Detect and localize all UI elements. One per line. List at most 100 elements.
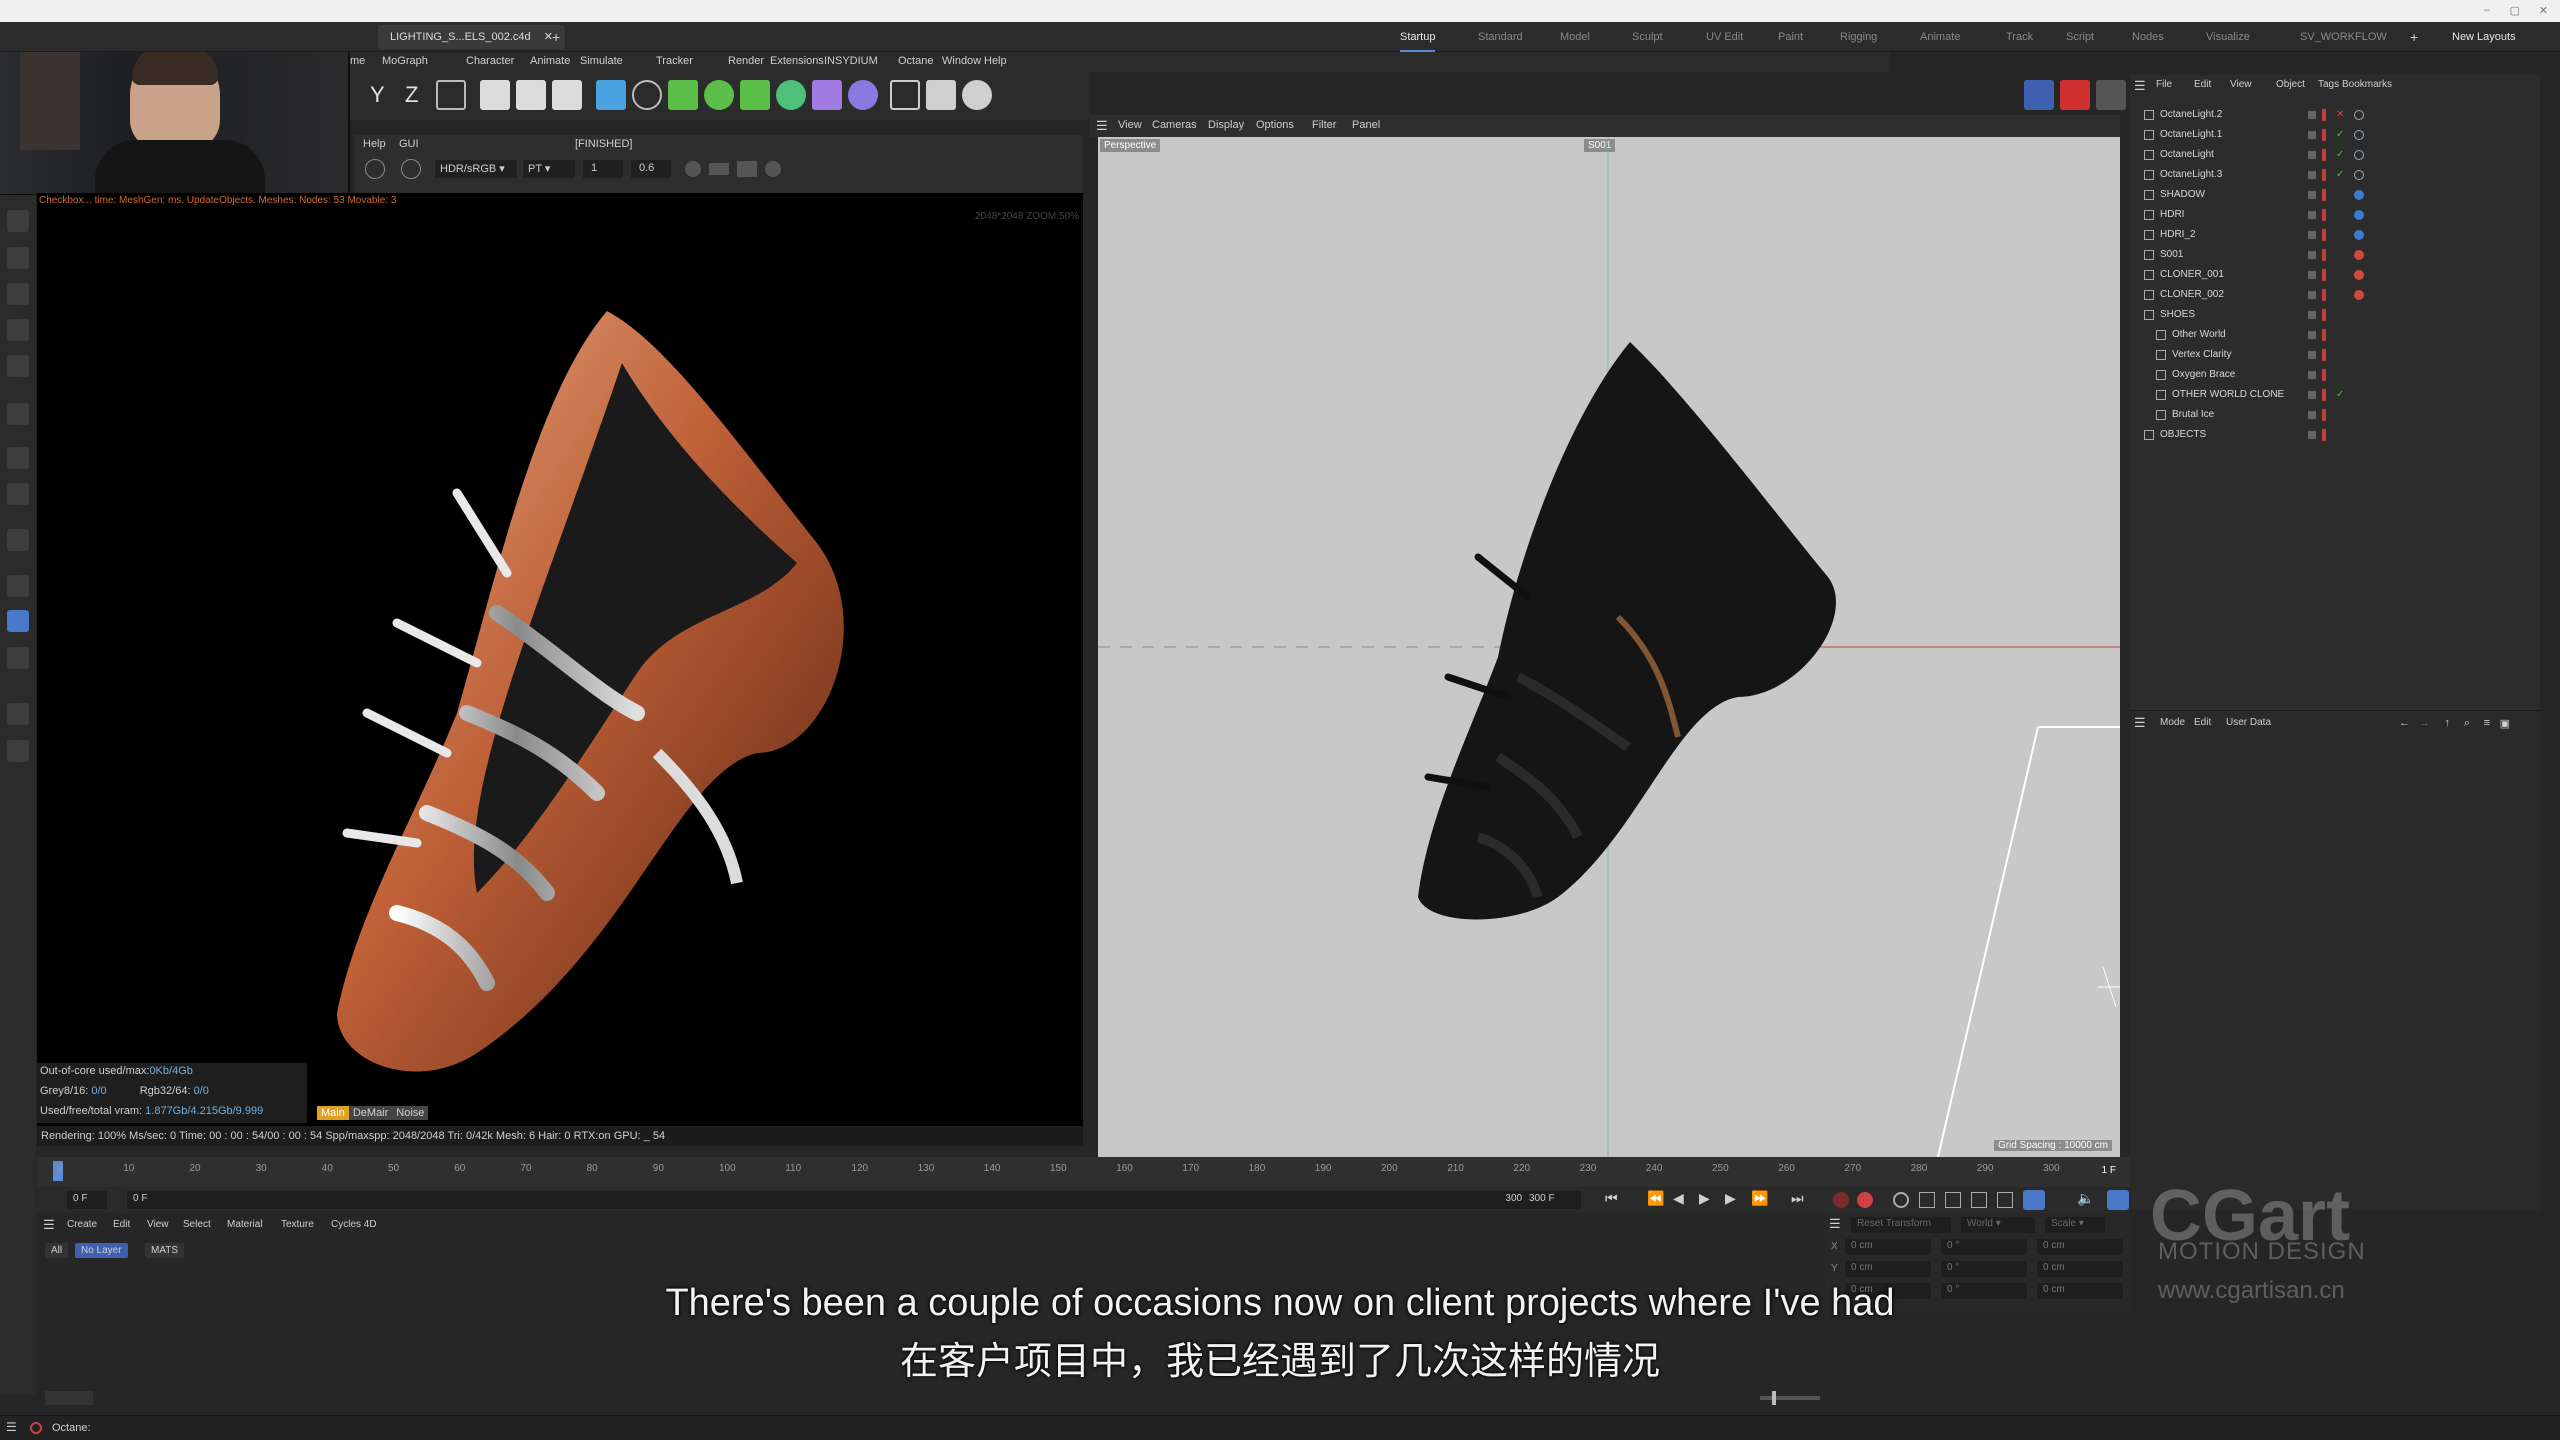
go-to-end-icon[interactable]: ⏭ (1791, 1190, 1804, 1207)
material-tag-icon[interactable] (2354, 290, 2364, 300)
coord-pos-field[interactable]: 0 cm (1845, 1261, 1931, 1277)
tweak-icon[interactable] (7, 447, 29, 469)
visibility-toggle[interactable] (2308, 311, 2316, 319)
menu-insydium[interactable]: INSYDIUM (824, 55, 878, 67)
viewport-menu-cameras[interactable]: Cameras (1152, 119, 1197, 131)
spline-pen-icon[interactable] (632, 80, 662, 110)
light-icon[interactable] (962, 80, 992, 110)
render-visibility-dots[interactable] (2322, 229, 2326, 241)
enabled-check-icon[interactable]: ✓ (2336, 145, 2344, 165)
light-tag-icon[interactable] (2354, 110, 2364, 120)
layout-tab-nodes[interactable]: Nodes (2132, 22, 2164, 52)
render-visibility-dots[interactable] (2322, 369, 2326, 381)
colorspace-select[interactable]: HDR/sRGB ▾ (435, 160, 517, 178)
viewport-menu-panel[interactable]: Panel (1352, 119, 1380, 131)
render-visibility-dots[interactable] (2322, 149, 2326, 161)
layout-tab-model[interactable]: Model (1560, 22, 1590, 52)
object-row[interactable]: OBJECTS (2130, 425, 2540, 445)
render-visibility-dots[interactable] (2322, 309, 2326, 321)
menu-me[interactable]: me (350, 55, 365, 67)
object-row[interactable]: Brutal Ice (2130, 405, 2540, 425)
object-row[interactable]: Vertex Clarity (2130, 345, 2540, 365)
object-row[interactable]: CLONER_001 (2130, 265, 2540, 285)
live-viewer-gui-menu[interactable]: GUI (399, 138, 419, 150)
snap-icon[interactable] (7, 483, 29, 505)
volume-icon[interactable] (740, 80, 770, 110)
octane-icon[interactable] (2024, 80, 2054, 110)
layout-tab-sv-workflow[interactable]: SV_WORKFLOW (2300, 22, 2387, 52)
field-a-input[interactable]: 1 (583, 160, 623, 178)
material-tag-icon[interactable] (2354, 250, 2364, 260)
snapshot-icon[interactable] (737, 161, 757, 177)
coord-size-field[interactable]: 0 cm (2037, 1261, 2123, 1277)
layout-tab-paint[interactable]: Paint (1778, 22, 1803, 52)
object-menu-tags[interactable]: Tags (2318, 79, 2339, 90)
enabled-check-icon[interactable]: ✓ (2336, 165, 2344, 185)
layout-tab-animate[interactable]: Animate (1920, 22, 1960, 52)
render-visibility-dots[interactable] (2322, 249, 2326, 261)
visibility-toggle[interactable] (2308, 391, 2316, 399)
object-menu-object[interactable]: Object (2276, 79, 2305, 90)
visibility-toggle[interactable] (2308, 351, 2316, 359)
main-pass-button[interactable]: Main (317, 1106, 349, 1120)
render-visibility-dots[interactable] (2322, 389, 2326, 401)
object-row[interactable]: Oxygen Brace (2130, 365, 2540, 385)
close-icon[interactable]: ✕ (2539, 4, 2548, 17)
visibility-toggle[interactable] (2308, 131, 2316, 139)
view-toggle-icons[interactable] (45, 1391, 93, 1405)
coord-pos-field[interactable]: 0 cm (1845, 1239, 1931, 1255)
visibility-toggle[interactable] (2308, 211, 2316, 219)
render-visibility-dots[interactable] (2322, 269, 2326, 281)
disabled-x-icon[interactable]: ✕ (2336, 105, 2344, 125)
render-visibility-dots[interactable] (2322, 129, 2326, 141)
camera-icon[interactable] (926, 80, 956, 110)
hamburger-icon[interactable]: ☰ (1829, 1216, 1841, 1232)
environment-tag-icon[interactable] (2354, 230, 2364, 240)
visibility-toggle[interactable] (2308, 151, 2316, 159)
deformer-icon[interactable] (812, 80, 842, 110)
end-frame-field[interactable]: 300 F (1523, 1191, 1581, 1209)
up-icon[interactable]: ↑ (2445, 717, 2451, 729)
field-icon[interactable] (848, 80, 878, 110)
texture-mode-icon[interactable] (7, 247, 29, 269)
cloner-icon[interactable] (704, 80, 734, 110)
layout-tab-rigging[interactable]: Rigging (1840, 22, 1877, 52)
forward-icon[interactable]: → (2419, 717, 2430, 729)
light-tag-icon[interactable] (2354, 130, 2364, 140)
pla-key-icon[interactable] (2023, 1190, 2045, 1210)
region-icon[interactable] (709, 163, 729, 175)
timeline-zoom-slider[interactable] (1760, 1391, 1820, 1405)
visibility-toggle[interactable] (2308, 271, 2316, 279)
add-tab-icon[interactable]: + (552, 29, 560, 45)
menu-simulate[interactable]: Simulate (580, 55, 623, 67)
environment-tag-icon[interactable] (2354, 190, 2364, 200)
hamburger-icon[interactable]: ☰ (2134, 78, 2146, 94)
environment-tag-icon[interactable] (2354, 210, 2364, 220)
material-menu-edit[interactable]: Edit (113, 1219, 130, 1230)
material-filter-all[interactable]: All (45, 1243, 69, 1258)
menu-extensions[interactable]: Extensions (770, 55, 824, 67)
coord-rot-field[interactable]: 0 ° (1941, 1261, 2027, 1277)
menu-octane[interactable]: Octane (898, 55, 933, 67)
material-menu-create[interactable]: Create (67, 1219, 97, 1230)
visibility-toggle[interactable] (2308, 371, 2316, 379)
position-key-icon[interactable] (1919, 1192, 1935, 1208)
cube-icon[interactable] (596, 80, 626, 110)
sound-icon[interactable]: 🔈 (2077, 1190, 2094, 1207)
layout-tab-visualize[interactable]: Visualize (2206, 22, 2250, 52)
layout-tab-startup[interactable]: Startup (1400, 22, 1436, 52)
visibility-toggle[interactable] (2308, 411, 2316, 419)
visibility-toggle[interactable] (2308, 251, 2316, 259)
menu-character[interactable]: Character (466, 55, 514, 67)
grid-icon[interactable] (890, 80, 920, 110)
coordinate-space-select[interactable]: World ▾ (1961, 1217, 2035, 1233)
object-row[interactable]: SHOES (2130, 305, 2540, 325)
autokey-icon[interactable] (1857, 1192, 1873, 1208)
octane-render-view[interactable]: Checkbox... time: MeshGen: ms. UpdateObj… (37, 193, 1083, 1128)
hamburger-icon[interactable]: ☰ (43, 1217, 55, 1233)
object-menu-edit[interactable]: Edit (2194, 79, 2211, 90)
object-row[interactable]: OTHER WORLD CLONE ✓ (2130, 385, 2540, 405)
menu-window[interactable]: Window (942, 55, 981, 67)
hamburger-icon[interactable]: ☰ (2134, 715, 2146, 731)
timeline-settings-icon[interactable] (2107, 1190, 2129, 1210)
